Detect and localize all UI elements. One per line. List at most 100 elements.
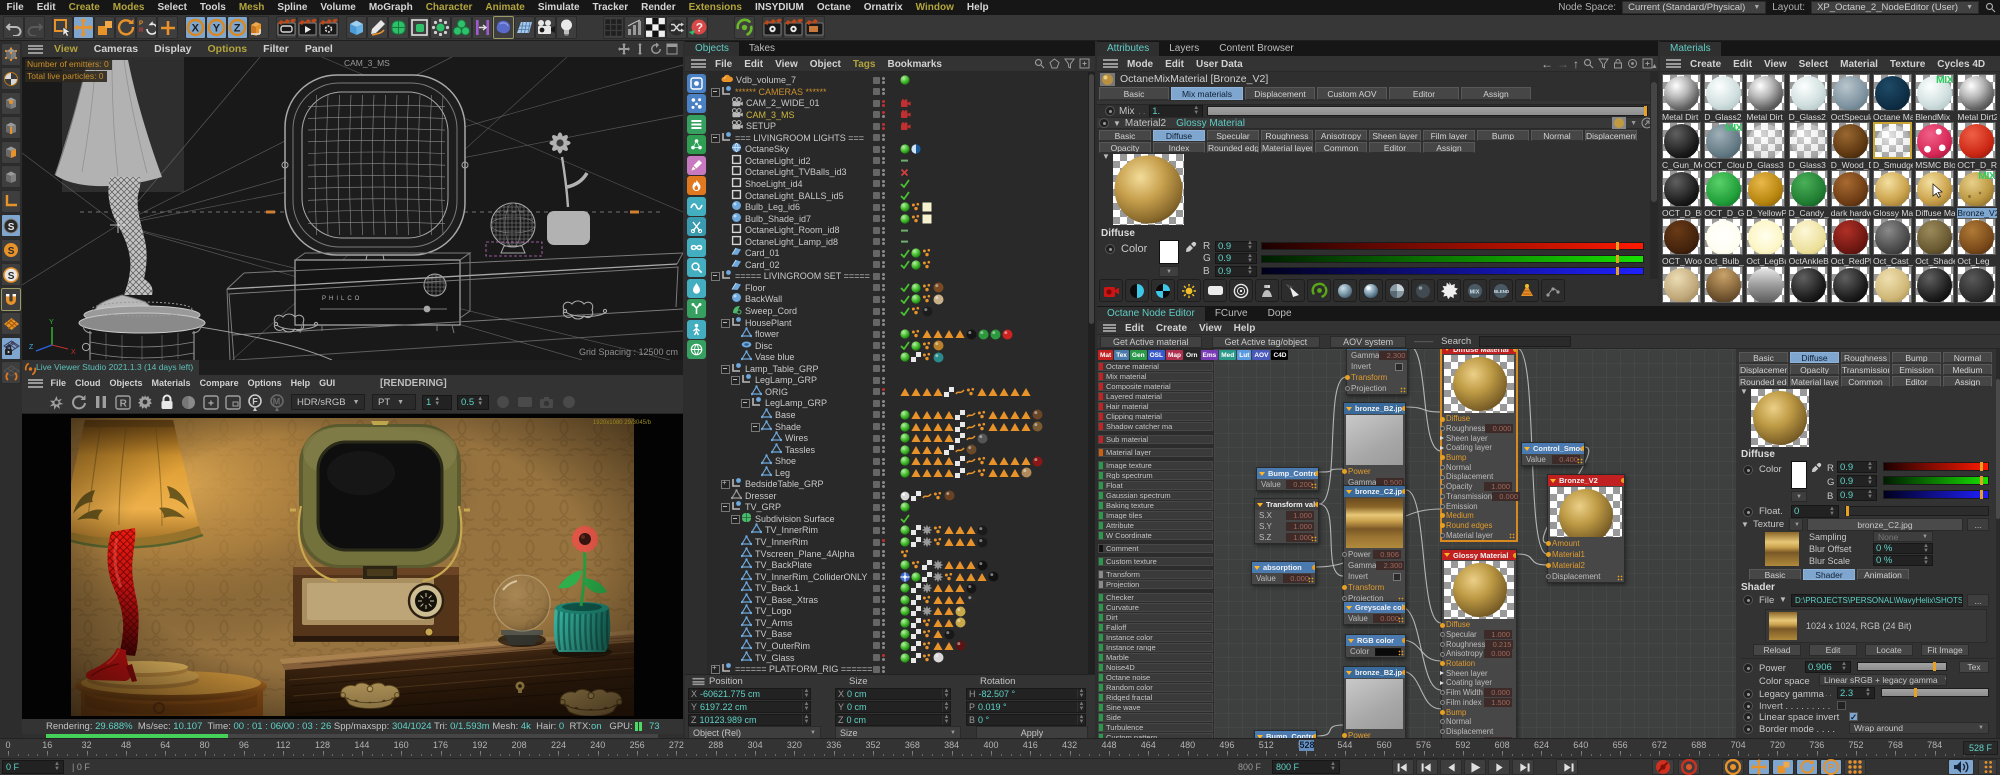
- sblue-mode-icon[interactable]: S: [1, 214, 21, 237]
- lock-icon[interactable]: [1613, 58, 1623, 69]
- sorange-mode-icon[interactable]: S: [1, 238, 21, 262]
- np-tex-button[interactable]: Tex: [1959, 661, 1989, 673]
- live-viewer-menu-file[interactable]: File: [46, 378, 71, 388]
- param-tab-medium[interactable]: Medium: [1943, 364, 1992, 375]
- axy-tool-icon[interactable]: Y: [206, 16, 227, 39]
- material-thumb-oct-d-red[interactable]: [1957, 122, 1997, 159]
- gs-tag[interactable]: [900, 537, 910, 547]
- material-name-label[interactable]: D_Glass2: [1704, 112, 1744, 122]
- node-type-curvature[interactable]: Curvature: [1098, 603, 1213, 612]
- object-row-cam-3-ms[interactable]: CAM_3_MS: [707, 108, 1095, 121]
- menu-create[interactable]: Create: [62, 2, 106, 13]
- chkr-tag[interactable]: [944, 386, 954, 397]
- tri-tag[interactable]: [922, 410, 932, 420]
- object-tags[interactable]: [900, 155, 909, 167]
- axisl-mode-icon[interactable]: [1, 189, 21, 213]
- visibility-toggles[interactable]: [873, 397, 885, 409]
- object-tags[interactable]: [900, 582, 977, 594]
- menu-tracker[interactable]: Tracker: [586, 2, 635, 13]
- viewer-resolution-field[interactable]: 0.5 ▲ ▼: [457, 394, 489, 410]
- layer-pin[interactable]: [1440, 680, 1444, 685]
- sqg-tag[interactable]: [966, 456, 976, 466]
- tri-tag[interactable]: [944, 468, 954, 478]
- next-key-button[interactable]: [1512, 759, 1534, 775]
- visibility-toggles[interactable]: [873, 628, 885, 640]
- checker-tool-icon[interactable]: [645, 16, 666, 39]
- od-tag[interactable]: [922, 595, 932, 605]
- np-edit-button[interactable]: Edit: [1809, 644, 1857, 656]
- input-pin[interactable]: [1440, 474, 1445, 480]
- input-pin[interactable]: [1440, 464, 1445, 470]
- instance-tool-icon[interactable]: [409, 16, 430, 39]
- node-type-image-texture[interactable]: Image texture: [1098, 461, 1213, 470]
- chip-orn[interactable]: Orn: [1183, 350, 1200, 360]
- object-tags[interactable]: [900, 455, 1043, 467]
- color-swatch[interactable]: [1159, 240, 1179, 264]
- tab-fcurve[interactable]: FCurve: [1205, 307, 1258, 321]
- chkr-tag[interactable]: [955, 456, 965, 467]
- output-pin[interactable]: [1621, 478, 1624, 483]
- object-tags[interactable]: [900, 536, 988, 548]
- connected-pin[interactable]: [1546, 552, 1551, 557]
- material-thumb-row5-1[interactable]: [1704, 266, 1744, 303]
- tri-tag[interactable]: [933, 387, 943, 397]
- viewport-dolly-icon[interactable]: [634, 43, 646, 55]
- material-thumb-metal-dirt2[interactable]: [1957, 74, 1997, 111]
- tri-tag[interactable]: [922, 422, 932, 432]
- material-name-label[interactable]: Oct_Shade: [1915, 256, 1955, 266]
- node-type-marble[interactable]: Marble: [1098, 653, 1213, 662]
- chip-ems[interactable]: Ems: [1200, 350, 1219, 360]
- material-ball-tag[interactable]: [988, 571, 999, 582]
- connected-pin[interactable]: [1546, 563, 1551, 568]
- object-tags[interactable]: [900, 490, 955, 502]
- visibility-toggles[interactable]: [873, 501, 885, 513]
- aov-system-button[interactable]: AOV system: [1330, 335, 1407, 348]
- object-tags[interactable]: [900, 652, 944, 664]
- od-tag[interactable]: [977, 422, 987, 432]
- output-pin[interactable]: [1402, 670, 1405, 675]
- node-type-octane-noise[interactable]: Octane noise: [1098, 673, 1213, 682]
- live-viewer-canvas[interactable]: 1920x1080 29/3045/b: [22, 414, 683, 719]
- chkr-tag[interactable]: [911, 525, 921, 536]
- expand-toggle[interactable]: [731, 514, 740, 524]
- keyframe-record-button[interactable]: [1678, 759, 1700, 775]
- od-tag[interactable]: [922, 294, 932, 304]
- node-bronze-c2-jpg[interactable]: bronze_C2.jpg Power 0.906 Gamma 2.300 Invert T…: [1342, 485, 1406, 605]
- visibility-toggles[interactable]: [873, 467, 885, 479]
- np-b-slider[interactable]: [1883, 490, 1989, 499]
- visibility-toggles[interactable]: [873, 409, 885, 421]
- dash-tag[interactable]: [900, 156, 909, 165]
- od-tag[interactable]: [911, 202, 921, 212]
- cube-tool-icon[interactable]: [346, 16, 367, 39]
- autokey-button[interactable]: [1722, 759, 1744, 775]
- node-greyscale-color[interactable]: Greyscale colorValue0.000: [1343, 601, 1406, 625]
- node-type-falloff[interactable]: Falloff: [1098, 623, 1213, 632]
- param-tab-bump[interactable]: Bump: [1892, 352, 1941, 363]
- material-thumb-octspecula[interactable]: [1830, 74, 1870, 111]
- cam-tag[interactable]: [900, 121, 911, 131]
- gridlock-mode-icon[interactable]: [1, 336, 21, 360]
- np-power-radio[interactable]: [1743, 663, 1753, 673]
- expand-toggle[interactable]: [711, 87, 720, 97]
- material-menu-cycles-4d[interactable]: Cycles 4D: [1931, 59, 1991, 70]
- mix-slider[interactable]: [1207, 106, 1648, 116]
- mat2-tab-diffuse[interactable]: Diffuse: [1153, 130, 1205, 141]
- tri-tag[interactable]: [944, 433, 954, 443]
- np-color-swatch[interactable]: [1791, 461, 1807, 489]
- material-name-label[interactable]: MSMC Blob: [1915, 160, 1955, 170]
- material-name-label[interactable]: OCT_Wood: [1662, 256, 1702, 266]
- material-ball-tag[interactable]: [955, 606, 966, 617]
- expand-toggle[interactable]: [711, 133, 720, 143]
- shader-tab-animation[interactable]: Animation: [1857, 569, 1909, 580]
- material-ball-tag[interactable]: [966, 594, 977, 605]
- material-thumb-c-gun-met[interactable]: [1662, 122, 1701, 159]
- np-file-radio[interactable]: [1743, 595, 1753, 605]
- expand-toggle[interactable]: [721, 318, 730, 328]
- object-row-tv-backplate[interactable]: TV_BackPlate: [707, 558, 1095, 571]
- sds-tool-icon[interactable]: [388, 16, 409, 39]
- tab-attributes[interactable]: Attributes: [1097, 42, 1160, 56]
- object-row-tv-outerrim[interactable]: TV_OuterRim: [707, 639, 1095, 652]
- material-ball-tag[interactable]: [1002, 329, 1013, 340]
- gs-tag[interactable]: [911, 248, 921, 258]
- cam-tag[interactable]: [900, 98, 911, 108]
